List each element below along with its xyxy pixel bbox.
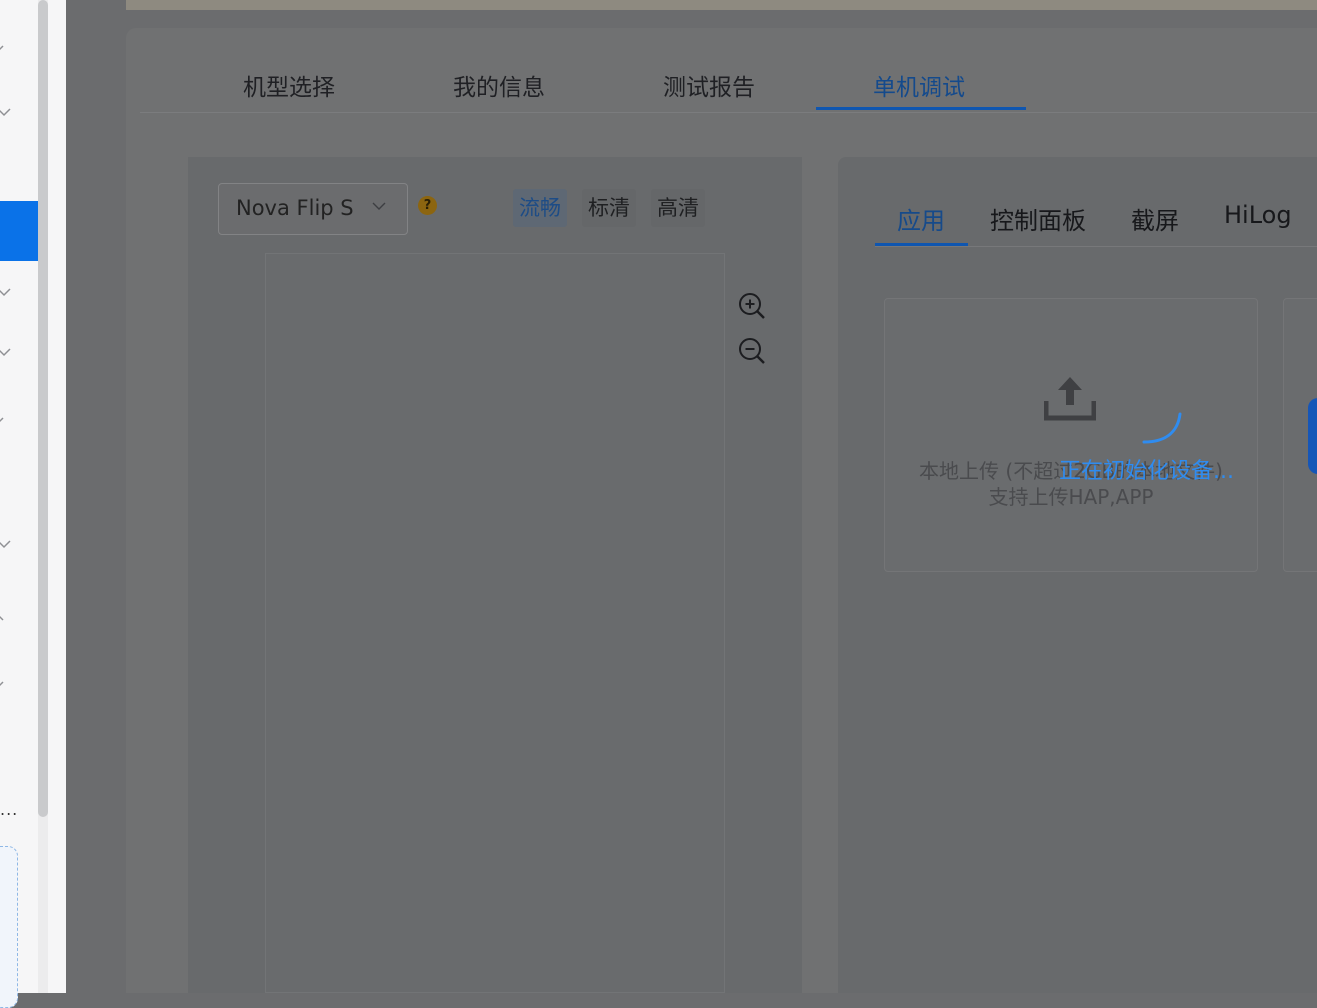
tab-active-indicator: [816, 107, 1026, 110]
model-select-value: Nova Flip S: [236, 196, 354, 220]
chevron-up-icon[interactable]: [0, 42, 16, 58]
quality-smooth-button[interactable]: 流畅: [513, 189, 567, 227]
upload-dropzone[interactable]: [884, 298, 1258, 572]
upload-hint-line2: 支持上传HAP,APP: [988, 485, 1154, 509]
chevron-up-icon[interactable]: [0, 414, 16, 430]
tab-control-panel[interactable]: 控制面板: [990, 201, 1086, 236]
model-select[interactable]: Nova Flip S: [218, 183, 408, 235]
chevron-down-icon[interactable]: [0, 536, 16, 552]
chevron-down-icon[interactable]: [0, 608, 16, 624]
chevron-down-icon[interactable]: [0, 104, 16, 120]
loading-spinner-icon: [1140, 410, 1184, 446]
chevron-down-icon[interactable]: [0, 344, 16, 360]
sidebar: [0, 0, 66, 993]
tab-apps[interactable]: 应用: [897, 201, 945, 236]
tools-tabs-divider: [875, 246, 1317, 247]
sidebar-item-active[interactable]: [0, 201, 39, 261]
side-action-button[interactable]: [1308, 398, 1317, 474]
zoom-out-icon[interactable]: [737, 336, 767, 366]
chevron-down-icon: [371, 198, 387, 218]
zoom-in-icon[interactable]: [737, 291, 767, 321]
chevron-down-icon[interactable]: [0, 284, 16, 300]
sidebar-more[interactable]: ...: [0, 800, 18, 819]
sidebar-dashed-card[interactable]: [0, 846, 18, 1008]
quality-sd-button[interactable]: 标清: [582, 189, 636, 227]
top-bar: [126, 0, 1317, 10]
tab-model-select[interactable]: 机型选择: [243, 68, 335, 102]
loading-text: 正在初始化设备...: [1059, 459, 1234, 484]
tools-panel: [838, 157, 1317, 993]
tools-tab-active-indicator: [875, 243, 968, 246]
tab-screenshot[interactable]: 截屏: [1131, 201, 1179, 236]
device-screen[interactable]: [265, 253, 725, 993]
tab-hilog[interactable]: HiLog: [1224, 201, 1292, 229]
chevron-up-icon[interactable]: [0, 678, 16, 694]
tab-device-debug[interactable]: 单机调试: [873, 68, 965, 102]
sidebar-scrollbar-thumb[interactable]: [38, 0, 48, 817]
upload-icon: [1043, 375, 1097, 421]
tab-my-info[interactable]: 我的信息: [453, 68, 545, 102]
help-icon[interactable]: ?: [418, 196, 437, 215]
tab-test-report[interactable]: 测试报告: [663, 68, 755, 102]
quality-hd-button[interactable]: 高清: [651, 189, 705, 227]
